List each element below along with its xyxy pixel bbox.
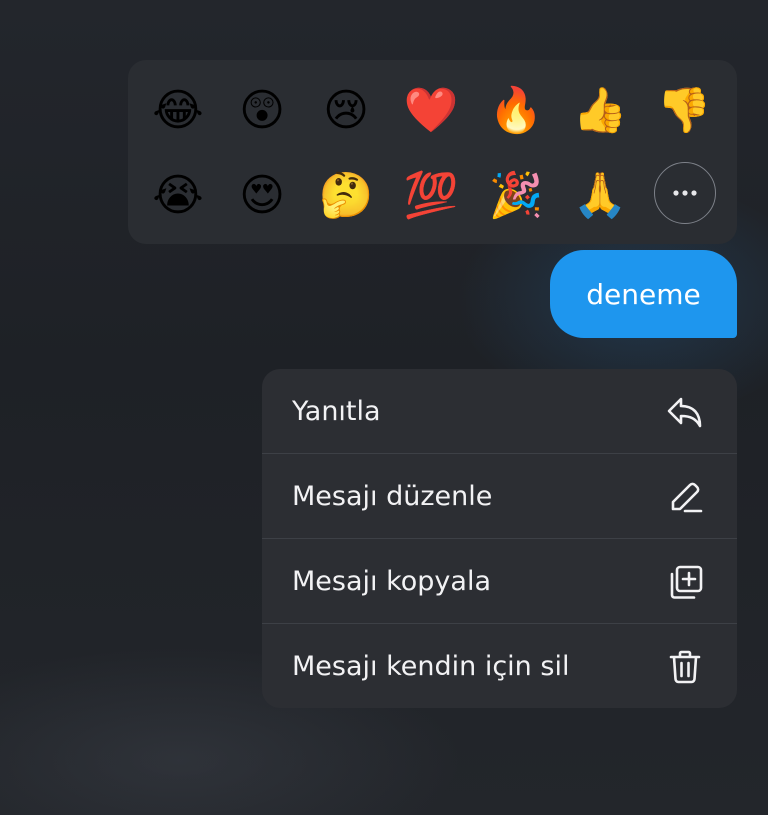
reaction-crying[interactable]: 😢 <box>313 78 379 144</box>
reaction-thumbs-up[interactable]: 👍 <box>567 78 633 144</box>
reply-icon <box>665 392 705 432</box>
more-horizontal-icon <box>673 190 697 196</box>
reaction-thinking[interactable]: 🤔 <box>313 163 379 229</box>
reaction-astonished[interactable]: 😲 <box>229 78 295 144</box>
message-context-menu: Yanıtla Mesajı düzenle Mesajı kopyala Me… <box>262 369 737 708</box>
menu-item-label: Mesajı kendin için sil <box>292 651 570 682</box>
menu-item-reply[interactable]: Yanıtla <box>262 369 737 454</box>
menu-item-edit[interactable]: Mesajı düzenle <box>262 454 737 539</box>
more-reactions-button[interactable] <box>654 162 716 224</box>
reaction-fire[interactable]: 🔥 <box>483 78 549 144</box>
menu-item-label: Mesajı kopyala <box>292 566 492 597</box>
reaction-laughing-tears[interactable]: 😂 <box>145 78 211 144</box>
outgoing-message-bubble[interactable]: deneme <box>550 250 737 338</box>
menu-item-label: Mesajı düzenle <box>292 481 493 512</box>
trash-icon <box>665 647 705 687</box>
message-text: deneme <box>586 277 701 311</box>
menu-item-copy[interactable]: Mesajı kopyala <box>262 539 737 624</box>
reaction-hundred[interactable]: 💯 <box>398 163 464 229</box>
reaction-party-popper[interactable]: 🎉 <box>483 163 549 229</box>
menu-item-delete-for-me[interactable]: Mesajı kendin için sil <box>262 624 737 708</box>
menu-item-label: Yanıtla <box>292 396 381 427</box>
reaction-sobbing[interactable]: 😭 <box>145 163 211 229</box>
reaction-folded-hands[interactable]: 🙏 <box>567 163 633 229</box>
edit-icon <box>665 477 705 517</box>
reaction-thumbs-down[interactable]: 👎 <box>651 78 717 144</box>
reaction-heart-eyes[interactable]: 😍 <box>229 163 295 229</box>
reaction-bar: 😂 😲 😢 ❤️ 🔥 👍 👎 😭 😍 🤔 💯 🎉 🙏 <box>128 60 737 244</box>
copy-icon <box>665 562 705 602</box>
reaction-heart[interactable]: ❤️ <box>398 78 464 144</box>
